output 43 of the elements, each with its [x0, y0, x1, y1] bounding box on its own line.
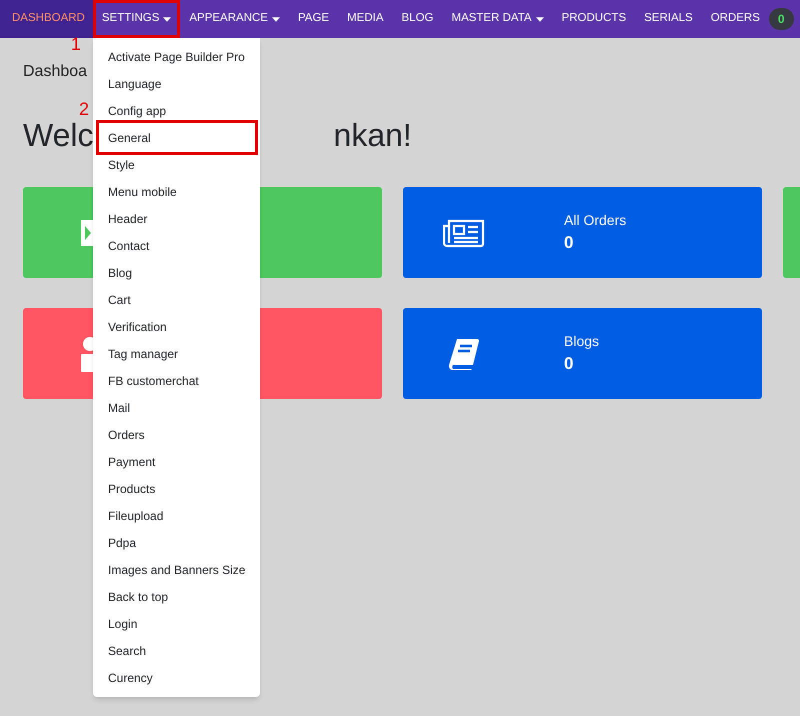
- menu-item[interactable]: Pdpa: [93, 529, 260, 556]
- nav-link[interactable]: MEDIA: [338, 0, 393, 38]
- breadcrumb: Dashboa: [23, 62, 88, 82]
- menu-item[interactable]: Contact: [93, 232, 260, 259]
- menu-item[interactable]: Verification: [93, 313, 260, 340]
- nav-link[interactable]: PRODUCTS: [552, 0, 636, 38]
- nav-link[interactable]: MASTER DATA: [442, 0, 553, 38]
- card-title: Blogs: [564, 332, 600, 350]
- welcome-heading: Welc: [23, 120, 94, 150]
- menu-item[interactable]: Fileupload: [93, 502, 260, 529]
- menu-item[interactable]: Mail: [93, 394, 260, 421]
- nav-link[interactable]: APPEARANCE: [180, 0, 289, 38]
- menu-item[interactable]: Activate Page Builder Pro: [93, 43, 260, 70]
- count-badge: 0: [768, 8, 794, 30]
- card-value: 0: [564, 232, 574, 254]
- menu-item[interactable]: Products: [93, 475, 260, 502]
- menu-item[interactable]: FB customerchat: [93, 367, 260, 394]
- card-value: 0: [564, 353, 574, 375]
- menu-item[interactable]: Orders: [93, 421, 260, 448]
- nav-link[interactable]: ORDERS: [702, 0, 769, 38]
- menu-item[interactable]: Curency: [93, 664, 260, 691]
- menu-item[interactable]: General: [96, 120, 258, 155]
- menu-item[interactable]: Login: [93, 610, 260, 637]
- book-icon: [447, 336, 481, 370]
- card-title: All Orders: [564, 211, 626, 229]
- nav-link[interactable]: SERIALS: [635, 0, 702, 38]
- step-number: 2: [79, 100, 90, 118]
- newspaper-icon: [443, 218, 485, 248]
- menu-item[interactable]: Language: [93, 70, 260, 97]
- menu-item[interactable]: Back to top: [93, 583, 260, 610]
- menu-item[interactable]: Header: [93, 205, 260, 232]
- menu-item[interactable]: Menu mobile: [93, 178, 260, 205]
- welcome-heading: nkan!: [334, 120, 412, 150]
- menu-item[interactable]: Search: [93, 637, 260, 664]
- nav-link[interactable]: PAGE: [288, 0, 338, 38]
- nav-link[interactable]: BLOG: [392, 0, 442, 38]
- menu-item[interactable]: Blog: [93, 259, 260, 286]
- nav-link[interactable]: SETTINGS: [92, 0, 180, 38]
- menu-item[interactable]: Images and Banners Size: [93, 556, 260, 583]
- brand-link[interactable]: DASHBOARD: [0, 0, 93, 38]
- menu-item[interactable]: Cart: [93, 286, 260, 313]
- menu-item[interactable]: Tag manager: [93, 340, 260, 367]
- menu-item[interactable]: Payment: [93, 448, 260, 475]
